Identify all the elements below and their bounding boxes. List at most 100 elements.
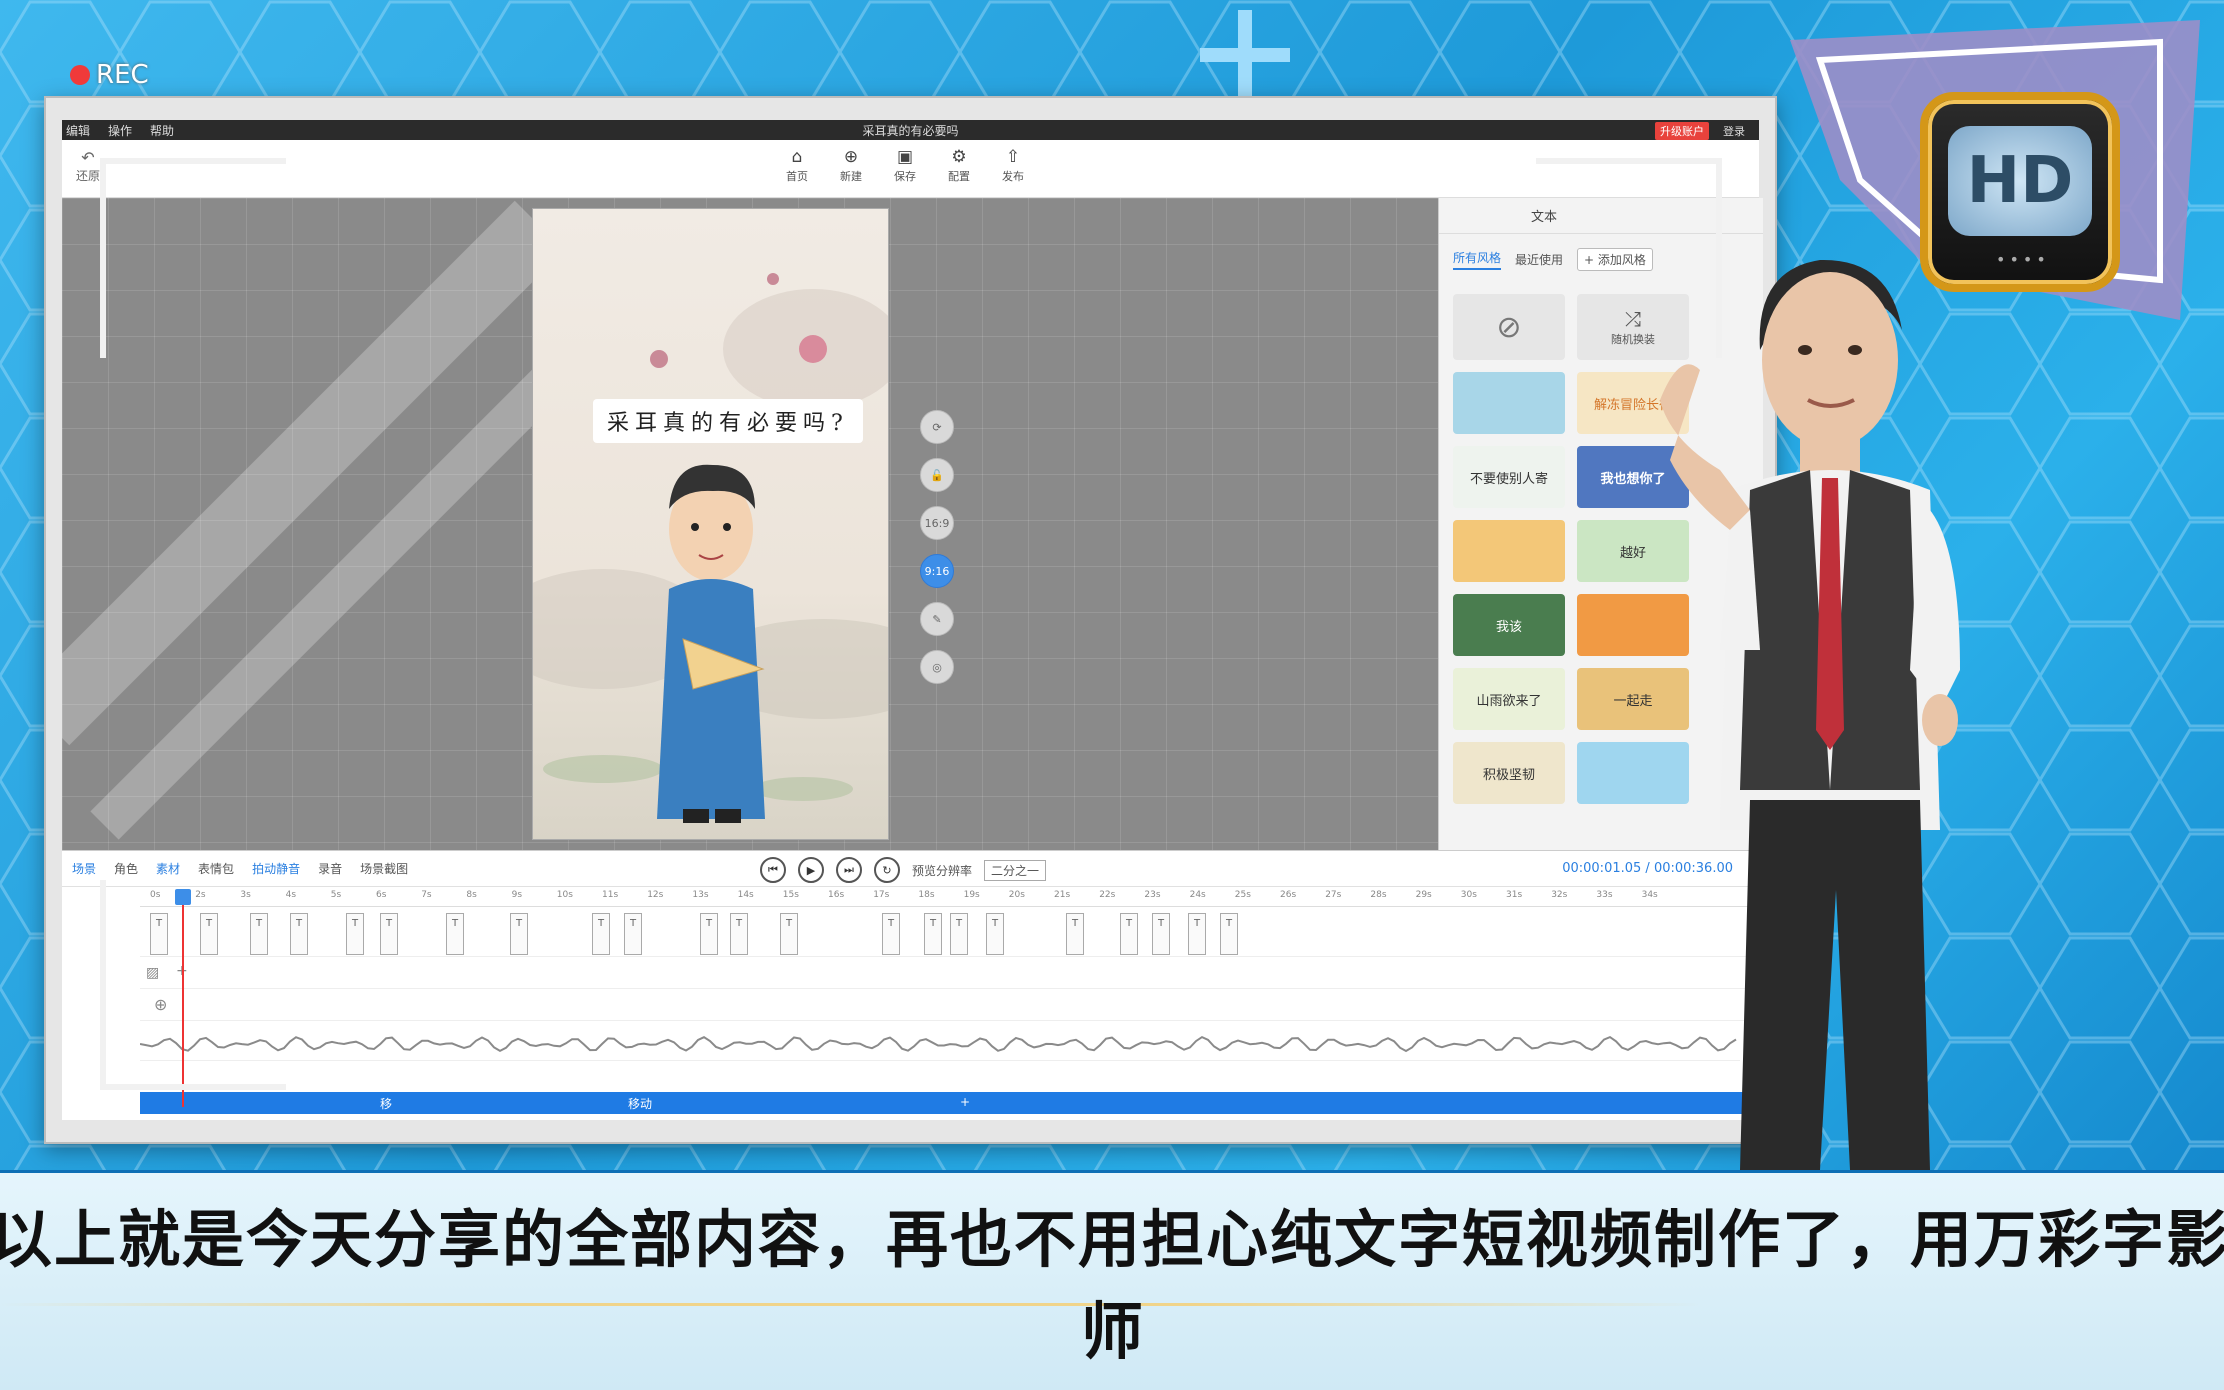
save-label: 保存: [894, 170, 916, 183]
ruler-tick: 9s: [511, 890, 523, 900]
style-tile[interactable]: 积极坚韧: [1453, 742, 1565, 804]
subtitle-line-1: 以上就是今天分享的全部内容，再也不用担心纯文字短视频制作了，用万彩字影: [0, 1203, 2224, 1276]
text-keyframe[interactable]: T: [924, 913, 942, 955]
phone-title-text[interactable]: 采耳真的有必要吗?: [593, 399, 863, 443]
ruler-tick: 31s: [1506, 890, 1523, 900]
text-keyframe[interactable]: T: [346, 913, 364, 955]
preview-resolution-select[interactable]: 二分之一: [984, 859, 1047, 881]
app-window: 编辑 操作 帮助 采耳真的有必要吗 升级账户 登录 ↶ 还原 ⌂ 首页 ⊕ 新建 ▣…: [44, 96, 1777, 1144]
menu-operate[interactable]: 操作: [108, 122, 132, 139]
viewfinder-corner: [100, 880, 286, 1090]
new-label: 新建: [840, 170, 862, 183]
text-keyframe[interactable]: T: [882, 913, 900, 955]
phone-preview[interactable]: 采耳真的有必要吗?: [532, 208, 889, 840]
login-button[interactable]: 登录: [1723, 123, 1745, 139]
text-keyframe[interactable]: T: [624, 913, 642, 955]
ruler-tick: 7s: [421, 890, 432, 900]
text-keyframe[interactable]: T: [730, 913, 748, 955]
tab-screenshot[interactable]: 场景截图: [360, 860, 408, 877]
prev-button[interactable]: ⏮: [760, 857, 786, 883]
rotate-tool-button[interactable]: ⟳: [920, 410, 954, 444]
ruler-tick: 29s: [1415, 890, 1432, 900]
save-icon: ▣: [896, 147, 914, 167]
style-tile[interactable]: 我该: [1453, 594, 1565, 656]
style-tile[interactable]: 山雨欲来了: [1453, 668, 1565, 730]
text-keyframe[interactable]: T: [1188, 913, 1206, 955]
home-icon: ⌂: [791, 147, 803, 167]
tab-mute[interactable]: 拍动静音: [252, 860, 300, 877]
style-tile[interactable]: 不要使别人寄: [1453, 446, 1565, 508]
loop-button[interactable]: ↻: [874, 857, 900, 883]
menu-help[interactable]: 帮助: [150, 122, 174, 139]
presenter-avatar: [1660, 259, 1960, 1170]
text-keyframe[interactable]: T: [700, 913, 718, 955]
text-keyframe[interactable]: T: [290, 913, 308, 955]
toolbar-main-group: ⌂ 首页 ⊕ 新建 ▣ 保存 ⚙ 配置 ⇧ 发布: [779, 146, 1031, 184]
upgrade-button[interactable]: 升级账户: [1655, 122, 1709, 140]
tab-emoji[interactable]: 表情包: [198, 860, 234, 877]
text-keyframe[interactable]: T: [592, 913, 610, 955]
next-button[interactable]: ⏭: [836, 857, 862, 883]
tab-role[interactable]: 角色: [114, 860, 138, 877]
window-title: 采耳真的有必要吗: [862, 123, 959, 138]
save-button[interactable]: ▣ 保存: [887, 146, 923, 184]
text-keyframe[interactable]: T: [950, 913, 968, 955]
plus-decoration: [1200, 10, 1290, 100]
menu-edit[interactable]: 编辑: [66, 122, 90, 139]
text-keyframe[interactable]: T: [780, 913, 798, 955]
motion-label: 移动: [628, 1097, 653, 1111]
rec-label: REC: [96, 60, 149, 90]
add-motion-icon[interactable]: +: [960, 1095, 970, 1109]
no-style-icon: ⊘: [1496, 309, 1522, 345]
text-keyframe[interactable]: T: [1220, 913, 1238, 955]
tab-all-styles[interactable]: 所有风格: [1453, 249, 1502, 270]
style-tile[interactable]: [1453, 372, 1565, 434]
text-keyframe[interactable]: T: [986, 913, 1004, 955]
text-keyframe[interactable]: T: [1120, 913, 1138, 955]
subtitle-line-2: 师: [1080, 1295, 1143, 1368]
time-ruler[interactable]: 0s 2s 3s 4s 5s 6s 7s 8s 9s 10s 11s 12s 13s 14s 15s 16s 1…: [140, 887, 1763, 907]
playback-controls: ⏮ ▶ ⏭ ↻ 预览分辨率 二分之一: [760, 857, 1047, 883]
target-tool-button[interactable]: ◎: [920, 650, 954, 684]
skip-back-icon: ⏮: [768, 863, 778, 876]
new-button[interactable]: ⊕ 新建: [833, 146, 869, 184]
text-keyframe[interactable]: T: [510, 913, 528, 955]
tab-material[interactable]: 素材: [156, 860, 180, 877]
subtitle-bar: 以上就是今天分享的全部内容，再也不用担心纯文字短视频制作了，用万彩字影 师: [0, 1170, 2224, 1390]
home-button[interactable]: ⌂ 首页: [779, 146, 815, 184]
lock-tool-button[interactable]: 🔓: [920, 458, 954, 492]
ruler-tick: 20s: [1008, 890, 1025, 900]
text-keyframe[interactable]: T: [446, 913, 464, 955]
style-tile[interactable]: [1453, 520, 1565, 582]
ruler-tick: 5s: [330, 890, 342, 900]
effect-track[interactable]: ▨ +: [140, 959, 1763, 989]
ratio-16-9-button[interactable]: 16:9: [920, 506, 954, 540]
play-button[interactable]: ▶: [798, 857, 824, 883]
text-keyframe[interactable]: T: [1066, 913, 1084, 955]
edit-tool-button[interactable]: ✎: [920, 602, 954, 636]
publish-label: 发布: [1002, 170, 1024, 183]
ruler-tick: 11s: [602, 890, 619, 900]
viewfinder-corner: [1536, 158, 1722, 358]
hd-logo-text: HD: [1948, 126, 2092, 236]
new-icon: ⊕: [843, 147, 859, 167]
add-track-row[interactable]: ⊕: [140, 991, 1763, 1021]
settings-icon: ⚙: [951, 147, 967, 167]
tab-scene[interactable]: 场景: [72, 860, 96, 877]
menu-bar: 编辑 操作 帮助: [62, 122, 174, 139]
publish-button[interactable]: ⇧ 发布: [995, 146, 1031, 184]
config-label: 配置: [948, 170, 970, 183]
rec-indicator: REC: [70, 60, 149, 90]
ruler-tick: 23s: [1144, 890, 1161, 900]
toolbar: ↶ 还原 ⌂ 首页 ⊕ 新建 ▣ 保存 ⚙ 配置 ⇧ 发布: [62, 140, 1759, 198]
motion-track[interactable]: 移 移动 +: [140, 1092, 1763, 1114]
audio-waveform[interactable]: [140, 1027, 1740, 1061]
ruler-tick: 8s: [466, 890, 477, 900]
ratio-9-16-button[interactable]: 9:16: [920, 554, 954, 588]
config-button[interactable]: ⚙ 配置: [941, 146, 977, 184]
text-keyframe[interactable]: T: [1152, 913, 1170, 955]
tab-record[interactable]: 录音: [318, 860, 342, 877]
text-keyframe[interactable]: T: [380, 913, 398, 955]
viewfinder-corner: [100, 158, 286, 358]
text-track[interactable]: TTTTTTTTTTTTTTTTTTTTTT: [140, 911, 1763, 957]
